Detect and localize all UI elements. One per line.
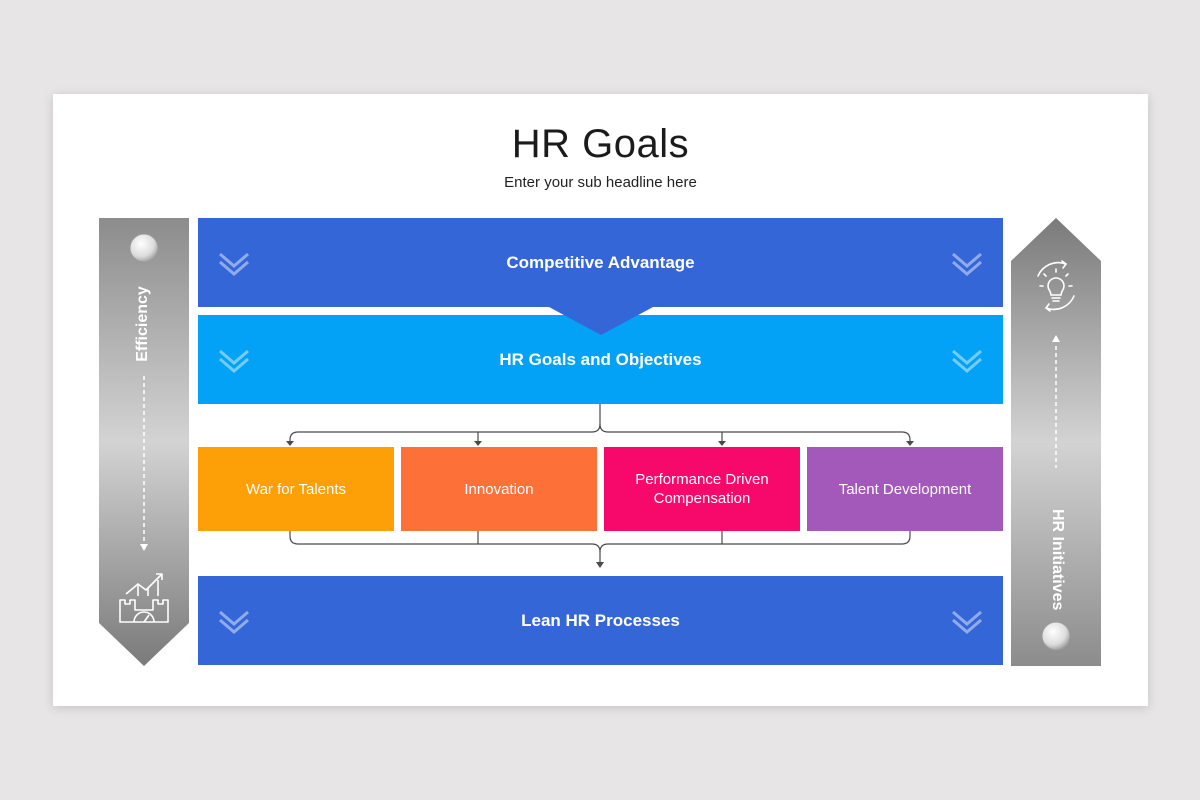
slide-canvas: HR Goals Enter your sub headline here Ef…: [53, 94, 1148, 706]
chevron-down-icon: [952, 349, 982, 373]
band-notch: [549, 307, 653, 335]
hr-initiatives-label: HR Initiatives: [1049, 509, 1066, 611]
band-lean-hr-processes: Lean HR Processes: [198, 576, 1003, 665]
box-talent-development: Talent Development: [807, 447, 1003, 531]
growth-castle-gauge-icon: [119, 573, 169, 623]
box-performance-driven-compensation: Performance Driven Compensation: [604, 447, 800, 531]
band-label: Lean HR Processes: [521, 610, 680, 630]
box-label: Innovation: [464, 480, 534, 498]
box-innovation: Innovation: [401, 447, 597, 531]
chevron-down-icon: [219, 610, 249, 634]
band-label: Competitive Advantage: [506, 252, 695, 272]
chevron-down-icon: [219, 252, 249, 276]
band-competitive-advantage: Competitive Advantage: [198, 218, 1003, 307]
slide-subtitle: Enter your sub headline here: [504, 174, 697, 191]
box-label: Talent Development: [838, 480, 972, 498]
chevron-down-icon: [219, 349, 249, 373]
slide-title: HR Goals: [511, 122, 690, 166]
box-label: Performance Driven Compensation: [635, 471, 769, 507]
efficiency-label: Efficiency: [134, 286, 151, 362]
chevron-down-icon: [952, 252, 982, 276]
chevron-down-icon: [952, 610, 982, 634]
lightbulb-gear-icon: [1037, 260, 1075, 312]
box-label: War for Talents: [245, 480, 347, 498]
box-war-for-talents: War for Talents: [198, 447, 394, 531]
band-label: HR Goals and Objectives: [499, 349, 702, 369]
